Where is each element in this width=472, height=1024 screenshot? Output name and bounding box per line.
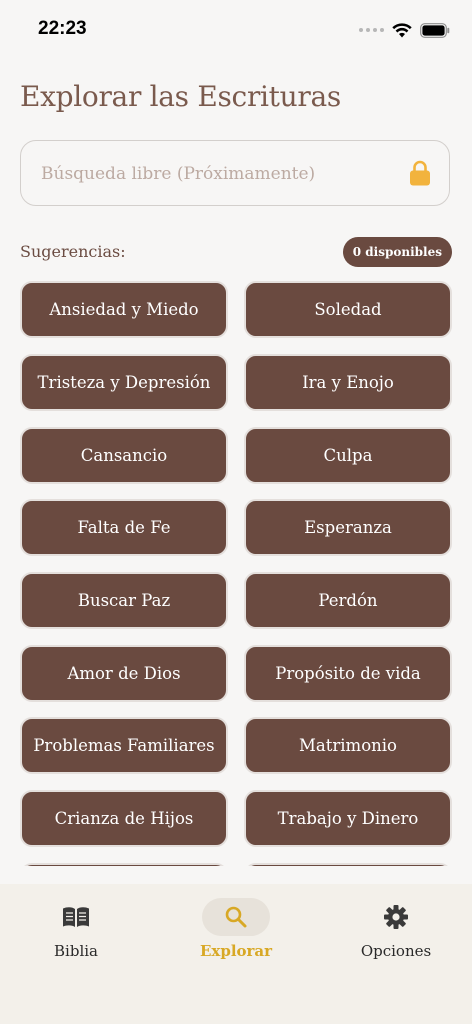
suggestion-chip[interactable]: Soledad	[244, 281, 452, 338]
suggestion-chip[interactable]: Ira y Enojo	[244, 354, 452, 411]
explore-screen: 22:23 Explorar las Escrituras S	[0, 0, 472, 1024]
suggestion-chip[interactable]: Esperanza	[244, 499, 452, 556]
wifi-icon	[392, 22, 412, 37]
suggestion-chip[interactable]: Amor de Dios	[20, 645, 228, 702]
suggestion-chip[interactable]: Buscar Paz	[20, 572, 228, 629]
suggestion-chip[interactable]: Cansancio	[20, 427, 228, 484]
nav-label: Biblia	[54, 942, 98, 960]
suggestions-grid: Ansiedad y Miedo Soledad Tristeza y Depr…	[20, 281, 452, 866]
suggestion-chip[interactable]: Problemas Familiares	[20, 717, 228, 774]
battery-icon	[420, 22, 450, 38]
suggestion-chip[interactable]: Propósito de vida	[244, 645, 452, 702]
lock-icon	[410, 160, 430, 186]
status-time: 22:23	[38, 18, 87, 39]
suggestion-chip-partial[interactable]	[20, 863, 228, 866]
book-icon	[63, 907, 89, 927]
nav-label: Explorar	[199, 942, 273, 960]
search-box[interactable]	[20, 140, 450, 206]
nav-tab-explorar[interactable]: Explorar	[176, 898, 296, 960]
search-input[interactable]	[39, 141, 403, 206]
search-icon	[225, 906, 247, 928]
suggestion-chip[interactable]: Matrimonio	[244, 717, 452, 774]
page-title: Explorar las Escrituras	[20, 80, 341, 113]
suggestion-chip[interactable]: Perdón	[244, 572, 452, 629]
status-bar: 22:23	[0, 0, 472, 60]
nav-tab-biblia[interactable]: Biblia	[16, 898, 136, 960]
gear-icon	[384, 905, 408, 929]
bottom-nav: Biblia Explorar Opciones	[0, 884, 472, 1024]
nav-tab-opciones[interactable]: Opciones	[336, 898, 456, 960]
suggestion-chip[interactable]: Ansiedad y Miedo	[20, 281, 228, 338]
suggestion-chip[interactable]: Culpa	[244, 427, 452, 484]
suggestion-chip[interactable]: Crianza de Hijos	[20, 790, 228, 847]
suggestion-chip-partial[interactable]	[244, 863, 452, 866]
suggestion-chip[interactable]: Tristeza y Depresión	[20, 354, 228, 411]
available-count-badge: 0 disponibles	[342, 237, 452, 267]
suggestions-label: Sugerencias:	[20, 242, 126, 261]
suggestion-chip[interactable]: Falta de Fe	[20, 499, 228, 556]
cellular-signal-icon	[359, 28, 384, 32]
status-icons	[359, 20, 450, 40]
nav-label: Opciones	[360, 942, 432, 960]
suggestion-chip[interactable]: Trabajo y Dinero	[244, 790, 452, 847]
